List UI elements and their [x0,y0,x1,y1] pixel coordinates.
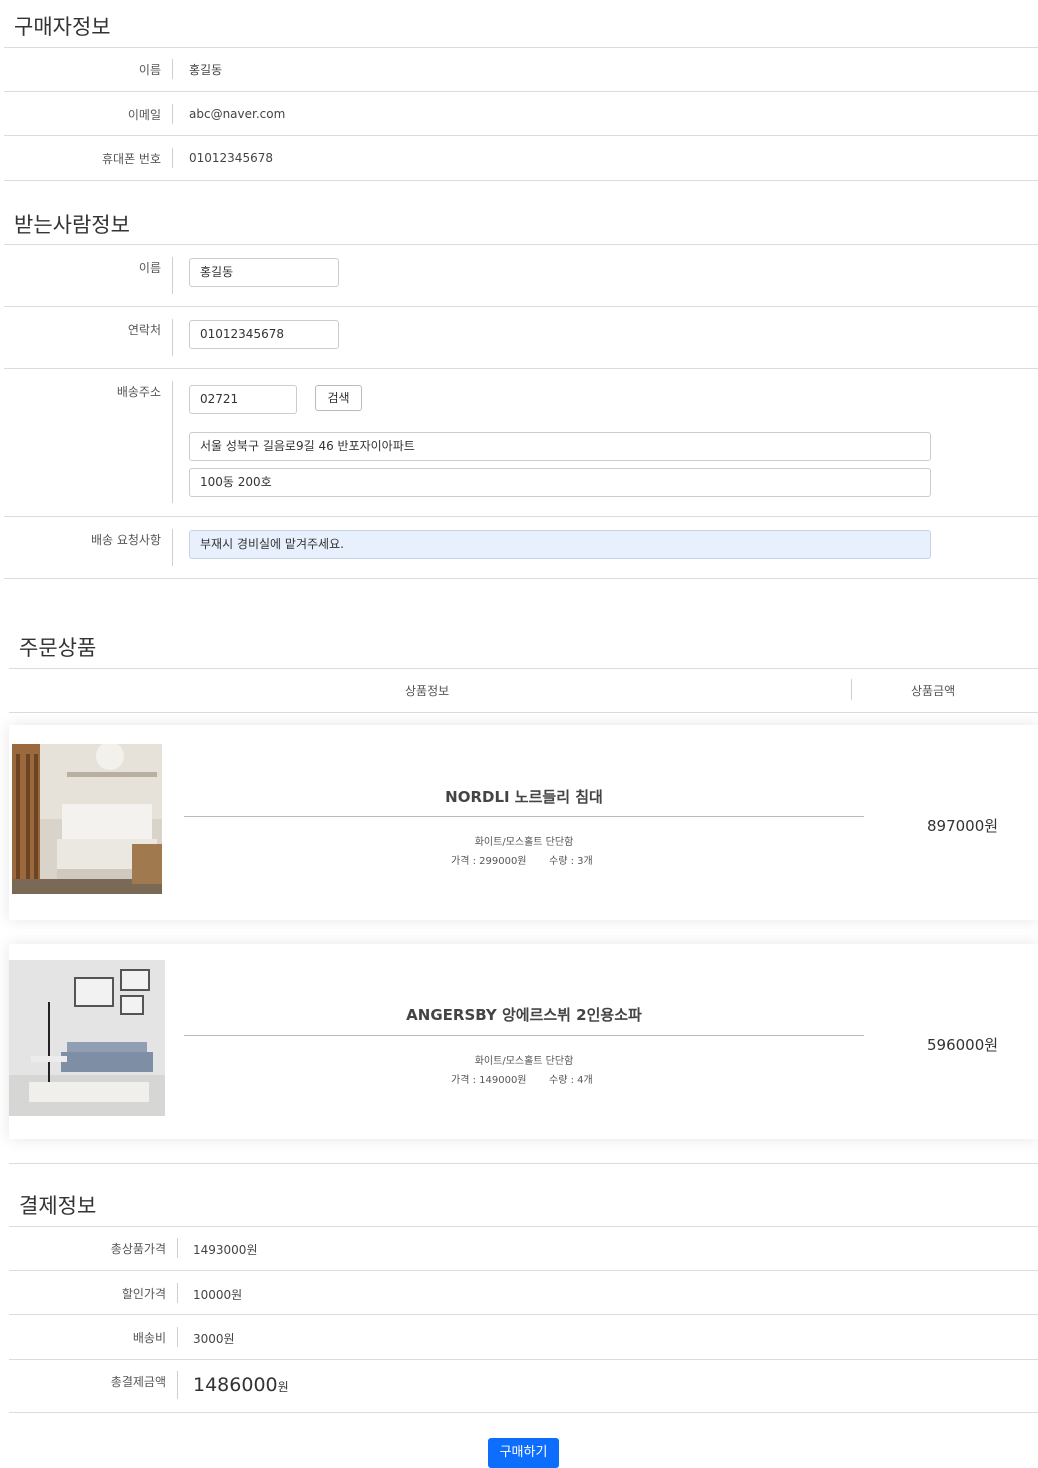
divider [9,712,1038,713]
receiver-phone-label: 연락처 [127,323,161,337]
address-line1-input[interactable]: 서울 성북구 길음로9길 46 반포자이아파트 [189,432,931,461]
product-unit-price: 가격 : 299000원 [451,856,527,867]
product-image-bed [12,744,162,894]
order-item-card [9,725,1038,920]
total-payment-label: 총결제금액 [110,1375,166,1389]
subtotal-label: 총상품가격 [110,1242,166,1256]
delivery-request-input[interactable]: 부재시 경비실에 맡겨주세요. [189,530,931,559]
product-divider [184,816,864,817]
product-total-price: 596000원 [927,1036,999,1054]
address-line2-input[interactable]: 100동 200호 [189,468,931,497]
divider [4,244,1038,245]
divider [9,1270,1038,1271]
separator [177,1371,178,1399]
discount-value: 10000원 [193,1288,243,1302]
buyer-name-value: 홍길동 [189,63,223,77]
zipcode-input[interactable]: 02721 [189,385,297,414]
divider [9,1412,1038,1413]
buyer-email-value: abc@naver.com [189,107,286,121]
buyer-section-title: 구매자정보 [14,15,111,39]
address-search-button[interactable]: 검색 [315,385,362,411]
receiver-name-input[interactable]: 홍길동 [189,258,339,287]
divider [4,180,1038,181]
divider [9,1226,1038,1227]
divider [4,578,1038,579]
shipping-fee-label: 배송비 [132,1331,166,1345]
order-section-title: 주문상품 [19,636,97,660]
separator [172,381,173,503]
discount-label: 할인가격 [121,1287,166,1301]
buyer-phone-value: 01012345678 [189,151,273,165]
delivery-request-label: 배송 요청사항 [90,533,161,547]
divider [9,1314,1038,1315]
address-label: 배송주소 [116,385,161,399]
separator [172,529,173,566]
column-header-product-amount: 상품금액 [911,684,956,698]
divider [4,47,1038,48]
receiver-name-label: 이름 [138,261,161,275]
separator [177,1283,178,1303]
divider [9,1163,1038,1164]
product-image-sofa [9,960,165,1116]
product-option: 화이트/모스홀트 단단함 [474,837,574,848]
product-name: ANGERSBY 앙에르스뷔 2인용소파 [406,1006,642,1024]
shipping-fee-value: 3000원 [193,1332,235,1346]
separator [177,1238,178,1258]
divider [4,306,1038,307]
divider [4,368,1038,369]
product-unit-price: 가격 : 149000원 [451,1075,527,1086]
separator [177,1327,178,1347]
divider [9,1359,1038,1360]
separator [172,257,173,294]
total-payment-number: 1486000 [193,1374,278,1396]
product-option: 화이트/모스홀트 단단함 [474,1056,574,1067]
product-name: NORDLI 노르들리 침대 [445,788,603,806]
receiver-section-title: 받는사람정보 [14,213,130,237]
purchase-button[interactable]: 구매하기 [488,1438,559,1468]
divider [4,516,1038,517]
column-header-product-info: 상품정보 [405,684,450,698]
product-quantity: 수량 : 3개 [549,856,593,867]
product-divider [184,1035,864,1036]
divider [9,668,1038,669]
separator [172,104,173,124]
receiver-phone-input[interactable]: 01012345678 [189,320,339,349]
payment-section-title: 결제정보 [19,1194,97,1218]
buyer-phone-label: 휴대폰 번호 [101,152,161,166]
subtotal-value: 1493000원 [193,1243,258,1257]
separator [851,679,852,700]
buyer-email-label: 이메일 [127,108,161,122]
product-total-price: 897000원 [927,817,999,835]
separator [172,319,173,356]
divider [4,135,1038,136]
separator [172,59,173,79]
total-payment-unit: 원 [277,1380,289,1394]
total-payment-value: 1486000원 [193,1374,289,1396]
separator [172,148,173,168]
divider [4,91,1038,92]
buyer-name-label: 이름 [138,63,161,77]
product-quantity: 수량 : 4개 [549,1075,593,1086]
